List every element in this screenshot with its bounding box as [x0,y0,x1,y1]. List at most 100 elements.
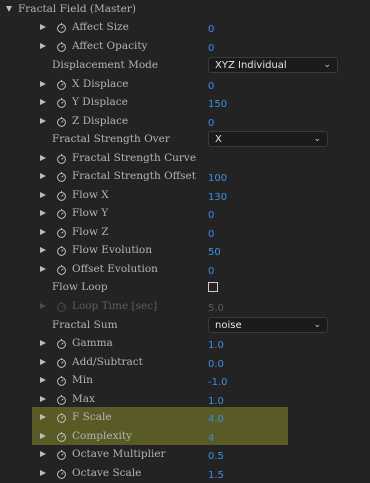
property-value[interactable]: 50 [208,247,221,258]
property-row: X Displace 0 [0,75,370,94]
triangle-right-icon[interactable] [40,210,46,216]
stopwatch-icon[interactable] [56,338,67,349]
triangle-right-icon[interactable] [40,414,46,420]
stopwatch-icon[interactable] [56,153,67,164]
property-row: Max 1.0 [0,390,370,409]
chevron-down-icon: ⌄ [313,320,321,330]
triangle-right-icon[interactable] [40,340,46,346]
stopwatch-icon[interactable] [56,227,67,238]
property-label: Y Displace [72,96,128,108]
property-row: Flow Evolution 50 [0,241,370,260]
flow-loop-checkbox[interactable] [208,282,218,292]
property-row: Affect Size 0 [0,18,370,37]
property-value[interactable]: 0 [208,118,214,129]
property-row: Offset Evolution 0 [0,260,370,279]
select-value: X [215,133,222,145]
property-value[interactable]: 1.0 [208,340,224,351]
triangle-right-icon[interactable] [40,81,46,87]
property-label: Min [72,374,93,386]
stopwatch-icon[interactable] [56,41,67,52]
property-value[interactable]: 150 [208,99,227,110]
stopwatch-icon[interactable] [56,245,67,256]
property-label: Fractal Strength Offset [72,170,196,182]
triangle-right-icon[interactable] [40,24,46,30]
triangle-right-icon[interactable] [40,396,46,402]
stopwatch-icon[interactable] [56,431,67,442]
property-row: Z Displace 0 [0,112,370,131]
property-row: Octave Scale 1.5 [0,464,370,483]
triangle-right-icon [40,303,46,309]
triangle-right-icon[interactable] [40,359,46,365]
triangle-right-icon[interactable] [40,43,46,49]
property-label: Displacement Mode [52,59,159,71]
section-header[interactable]: Fractal Field (Master) [0,0,370,19]
stopwatch-icon[interactable] [56,394,67,405]
property-label: Max [72,393,95,405]
stopwatch-icon[interactable] [56,22,67,33]
chevron-down-icon: ⌄ [313,134,321,144]
property-label: Loop Time [sec] [72,300,158,312]
displacement-mode-select[interactable]: XYZ Individual ⌄ [208,57,338,73]
stopwatch-icon[interactable] [56,449,67,460]
property-value[interactable]: -1.0 [208,377,228,388]
property-row: Octave Multiplier 0.5 [0,445,370,464]
property-value[interactable]: 1.0 [208,396,224,407]
property-value[interactable]: 0.0 [208,359,224,370]
property-row: Add/Subtract 0.0 [0,353,370,372]
property-label: Flow Evolution [72,244,152,256]
property-value[interactable]: 0 [208,24,214,35]
property-label: F Scale [72,411,112,423]
property-row: Fractal Strength Offset 100 [0,167,370,186]
stopwatch-icon[interactable] [56,412,67,423]
effect-controls-panel: Fractal Field (Master) Affect Size 0 Aff… [0,0,370,482]
property-row: Y Displace 150 [0,93,370,112]
stopwatch-icon[interactable] [56,264,67,275]
stopwatch-icon[interactable] [56,208,67,219]
fractal-sum-select[interactable]: noise ⌄ [208,317,328,333]
stopwatch-icon[interactable] [56,357,67,368]
property-row-highlighted: Complexity 4 [0,427,370,446]
property-row: Flow Y 0 [0,204,370,223]
property-row-highlighted: F Scale 4.0 [0,408,370,427]
stopwatch-icon[interactable] [56,116,67,127]
triangle-right-icon[interactable] [40,247,46,253]
twirl-down-icon[interactable] [6,6,12,12]
stopwatch-icon[interactable] [56,468,67,479]
property-value[interactable]: 0 [208,266,214,277]
property-value[interactable]: 4 [208,433,214,444]
property-value[interactable]: 130 [208,192,227,203]
property-value[interactable]: 4.0 [208,414,224,425]
stopwatch-icon[interactable] [56,375,67,386]
stopwatch-icon[interactable] [56,97,67,108]
triangle-right-icon[interactable] [40,173,46,179]
triangle-right-icon[interactable] [40,118,46,124]
triangle-right-icon[interactable] [40,99,46,105]
triangle-right-icon[interactable] [40,451,46,457]
property-value[interactable]: 0 [208,43,214,54]
triangle-right-icon[interactable] [40,155,46,161]
fractal-strength-over-select[interactable]: X ⌄ [208,131,328,147]
stopwatch-icon[interactable] [56,190,67,201]
triangle-right-icon[interactable] [40,377,46,383]
property-value[interactable]: 1.5 [208,470,224,481]
triangle-right-icon[interactable] [40,433,46,439]
triangle-right-icon[interactable] [40,266,46,272]
triangle-right-icon[interactable] [40,229,46,235]
triangle-right-icon[interactable] [40,192,46,198]
triangle-right-icon[interactable] [40,470,46,476]
property-label: Octave Scale [72,467,142,479]
property-label: X Displace [72,78,129,90]
property-value[interactable]: 0 [208,81,214,92]
select-value: XYZ Individual [215,59,287,71]
property-row: Fractal Strength Curve [0,149,370,168]
stopwatch-icon[interactable] [56,171,67,182]
property-value[interactable]: 100 [208,173,227,184]
property-label: Flow X [72,189,109,201]
property-value[interactable]: 0.5 [208,451,224,462]
property-row: Loop Time [sec] 5.0 [0,297,370,316]
property-row: Flow X 130 [0,186,370,205]
stopwatch-icon[interactable] [56,79,67,90]
property-label: Fractal Strength Over [52,133,170,145]
property-value[interactable]: 0 [208,229,214,240]
property-value[interactable]: 0 [208,210,214,221]
